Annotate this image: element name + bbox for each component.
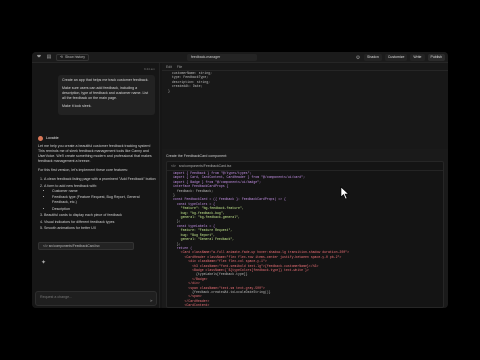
shadcn-label: Shadcn [366, 55, 379, 59]
lovable-avatar-icon [38, 136, 43, 141]
feature-item: Beautiful cards to display each piece of… [44, 213, 156, 218]
send-icon[interactable]: ➤ [150, 298, 153, 303]
show-history-button[interactable]: ⟲ Show history [56, 53, 89, 61]
top-bar: ❤ ▤ ⟲ Show history feedback-manager ⚙ Sh… [32, 52, 448, 63]
file-tab[interactable]: File [177, 65, 182, 69]
edit-tab[interactable]: Edit [166, 65, 172, 69]
code-block-header: Edit File [162, 63, 448, 71]
user-message-line: Create an app that helps me track custom… [62, 78, 149, 82]
user-message-line: Make sure users can add feedback, includ… [62, 86, 149, 100]
shadcn-button[interactable]: Shadcn [363, 54, 382, 61]
feature-list: A clean feedback listing page with a pro… [44, 177, 156, 231]
lovable-logo-icon: ❤ [36, 54, 42, 60]
history-icon: ⟲ [60, 54, 63, 59]
code-caption: Create the FeedbackCard component: [166, 154, 228, 158]
code-file-icon: </> [171, 164, 176, 168]
customize-button[interactable]: Customize [384, 54, 408, 61]
customize-label: Customize [387, 55, 405, 59]
write-label: Write [413, 55, 422, 59]
chat-input[interactable]: Request a change... ➤ [35, 291, 157, 306]
publish-button[interactable]: Publish [427, 54, 445, 61]
chat-input-placeholder: Request a change... [40, 295, 73, 299]
show-history-label: Show history [64, 54, 85, 59]
mouse-cursor-icon [340, 186, 350, 200]
assistant-header: Lovable [38, 136, 156, 141]
feature-item: Visual indicators for different feedback… [44, 220, 156, 225]
feature-item: Smooth animations for better UX [44, 226, 156, 231]
code-lines: import { Feedback } from "@/types/types"… [167, 171, 443, 308]
assistant-intro: Let me help you create a beautiful custo… [38, 144, 152, 163]
feature-item-text: A form to add new feedback with: [44, 183, 97, 188]
file-chip[interactable]: </> src/components/FeedbackCard.tsx [38, 242, 134, 250]
code-block-main: </> src/components/FeedbackCard.tsx impo… [166, 161, 444, 308]
subfeature-item: Description [52, 207, 156, 212]
assistant-message: Lovable Let me help you create a beautif… [38, 136, 156, 233]
sidebar-toggle-icon[interactable]: ▤ [46, 54, 52, 60]
chat-panel: 9:44 am Create an app that helps me trac… [32, 63, 160, 308]
write-button[interactable]: Write [410, 54, 425, 61]
code-line: } [168, 88, 170, 93]
subfeature-item: Customer name [52, 189, 156, 194]
message-timestamp: 9:44 am [144, 67, 155, 71]
top-actions: ⚙ Shadcn Customize Write Publish [351, 54, 445, 61]
code-panel: Edit File customerName: string; type: Fe… [162, 63, 448, 308]
user-message-line: Make it look sleek. [62, 104, 92, 108]
code-file-path: src/components/FeedbackCard.tsx [178, 164, 232, 168]
code-block-top: Edit File customerName: string; type: Fe… [162, 63, 448, 149]
project-name-field[interactable]: feedback-manager [187, 54, 257, 61]
assistant-name: Lovable [46, 136, 59, 140]
subfeature-list: Customer name Feedback type (Feature Req… [52, 189, 156, 212]
code-file-header: </> src/components/FeedbackCard.tsx [167, 162, 443, 171]
publish-label: Publish [430, 55, 442, 59]
sparkle-icon: ✦ [41, 260, 47, 266]
app-window: ❤ ▤ ⟲ Show history feedback-manager ⚙ Sh… [32, 52, 448, 308]
file-chip-label: src/components/FeedbackCard.tsx [48, 244, 100, 248]
subfeature-item: Feedback type (Feature Request, Bug Repo… [52, 195, 156, 205]
gear-icon[interactable]: ⚙ [355, 55, 361, 61]
feature-item: A form to add new feedback with: Custome… [44, 184, 156, 212]
assistant-features-intro: For this first version, let's implement … [38, 168, 128, 172]
user-message: Create an app that helps me track custom… [58, 75, 155, 115]
feature-item: A clean feedback listing page with a pro… [44, 177, 156, 182]
